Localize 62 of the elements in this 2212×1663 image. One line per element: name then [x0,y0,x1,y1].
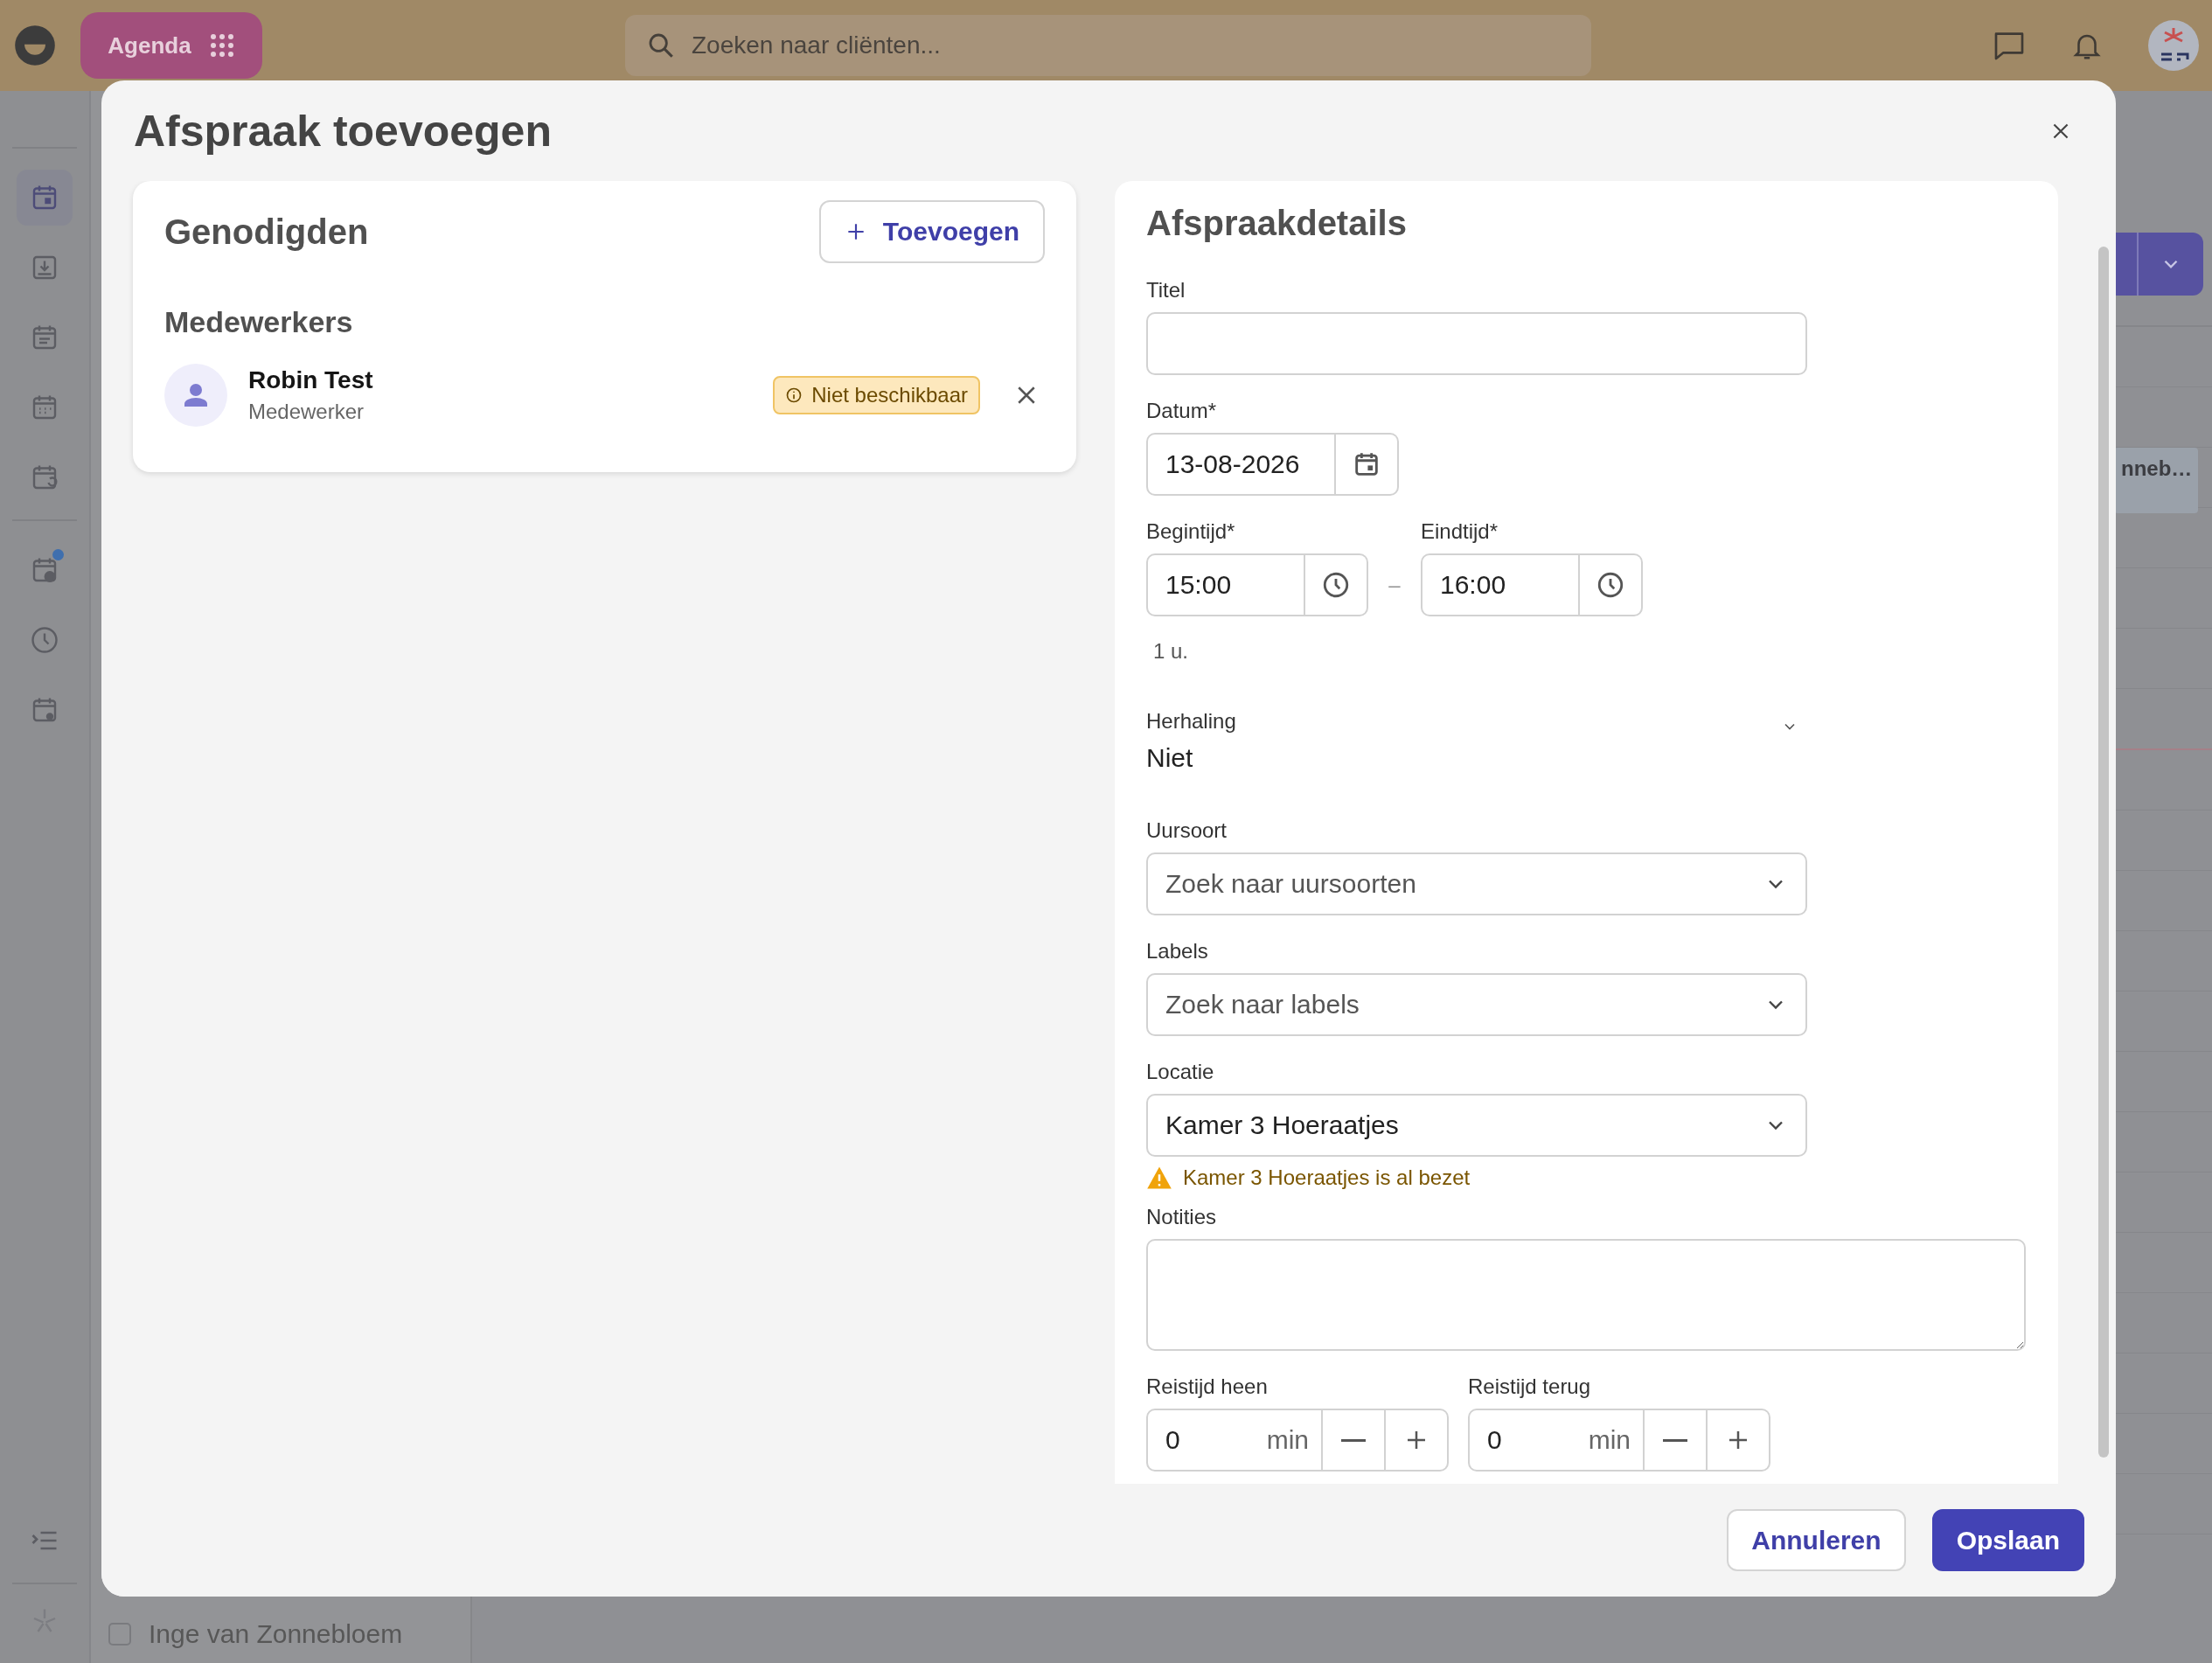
card-title: Afspraakdetails [1146,204,1408,243]
logo-icon[interactable] [14,24,56,66]
select-field[interactable]: Zoek naar uursoorten [1146,852,1807,915]
increment-button[interactable] [1708,1409,1770,1472]
end-time-field[interactable]: 16:00 [1421,553,1580,616]
checkbox[interactable] [108,1623,131,1646]
select-field[interactable]: Zoek naar labels [1146,973,1807,1036]
add-button[interactable]: Toevoegen [818,200,1045,263]
field-label: Datum* [1146,399,1218,423]
save-button[interactable]: Opslaan [1931,1509,2084,1571]
notes-field[interactable] [1146,1239,2026,1351]
repeat-value[interactable]: Niet [1146,743,1193,773]
minutes-field[interactable]: 0 min [1146,1409,1323,1472]
title-field[interactable] [1146,312,1807,375]
group-title: Medewerkers [164,305,354,339]
field-label: Eindtijd* [1421,519,1499,544]
grid-icon [208,32,235,59]
field-label: Reistijd terug [1468,1374,1592,1399]
decrement-button[interactable] [1323,1409,1386,1472]
card-title: Genodigden [164,212,369,252]
client-name: Inge van Zonnebloem [149,1619,403,1649]
info-icon [785,386,803,404]
scrollbar-thumb[interactable] [2098,247,2109,1458]
clock-icon [29,624,60,656]
notification-dot [52,549,64,560]
field-label: Herhaling [1146,709,1236,734]
person-name: Robin Test [248,366,374,394]
dialog-title: Afspraak toevoegen [134,105,553,157]
clock-button[interactable] [1305,553,1368,616]
clock-icon [1596,570,1625,600]
warning-icon [1146,1165,1172,1190]
minus-icon [1663,1438,1687,1442]
person-role: Medewerker [248,400,365,424]
start-time-field[interactable]: 15:00 [1146,553,1305,616]
search-bar[interactable]: Zoeken naar cliënten... [625,15,1591,76]
select-field[interactable]: Kamer 3 Hoeraatjes [1146,1094,1807,1157]
sidebar-item[interactable] [17,170,73,226]
clock-button[interactable] [1580,553,1643,616]
field-label: Locatie [1146,1060,1215,1084]
field-label: Uursoort [1146,818,1228,843]
field-label: Reistijd heen [1146,1374,1269,1399]
cancel-button[interactable]: Annuleren [1727,1509,1906,1571]
search-field[interactable]: Zoeken naar cliënten... [690,31,1591,60]
date-field[interactable]: 13-08-2026 [1146,433,1336,496]
person-avatar-icon [164,364,227,427]
avatar-icon[interactable] [2147,19,2200,72]
duration-text: 1 u. [1153,639,1190,664]
field-label: Notities [1146,1205,1218,1229]
decrement-button[interactable] [1645,1409,1708,1472]
field-label: Begintijd* [1146,519,1236,544]
minutes-field[interactable]: 0 min [1468,1409,1645,1472]
agenda-button[interactable]: Agenda [80,12,262,79]
field-label: Labels [1146,939,1209,964]
clock-icon [1321,570,1351,600]
increment-button[interactable] [1386,1409,1449,1472]
calendar-event[interactable]: nneb… [2114,448,2198,513]
minus-icon [1341,1438,1366,1442]
calendar-button[interactable] [1336,433,1399,496]
field-label: Titel [1146,278,1186,303]
badge-text: Niet beschikbaar [811,383,968,407]
range-separator: – [1388,572,1402,598]
warning-text: Kamer 3 Hoeraatjes is al bezet [1183,1165,1471,1190]
